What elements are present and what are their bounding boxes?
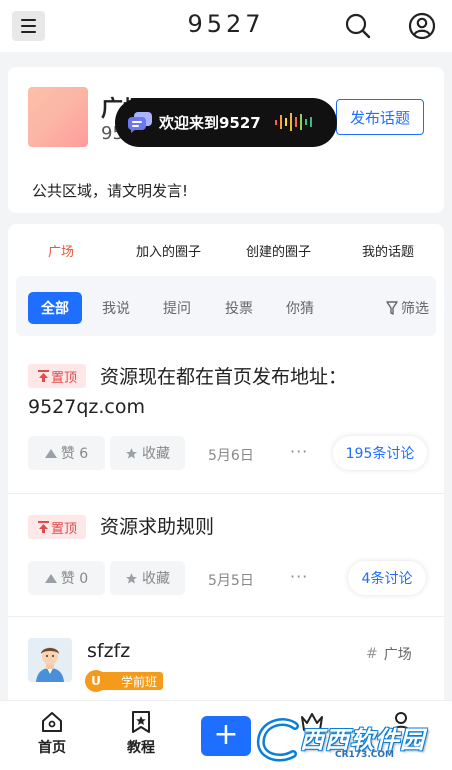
like-label: 赞 0 [60, 571, 89, 587]
level-badge: U 学前班 [85, 670, 165, 692]
filter-chip-vote[interactable]: 投票 [225, 292, 253, 324]
hash-icon: # [366, 646, 378, 662]
star-icon [126, 572, 137, 584]
more-options-icon[interactable]: ··· [290, 442, 308, 461]
discussion-count-button[interactable]: 195条讨论 [333, 436, 427, 470]
circle-tag[interactable]: # 广场 [366, 644, 412, 664]
like-label: 赞 6 [60, 446, 89, 462]
sound-wave-icon [275, 113, 312, 131]
nav-tutorial-label: 教程 [127, 740, 155, 756]
post-title[interactable]: 资源现在都在首页发布地址：9527qz.com [28, 362, 432, 422]
user-avatar[interactable] [28, 638, 72, 682]
discussion-count-button[interactable]: 4条讨论 [348, 561, 426, 595]
level-coin-icon: U [85, 670, 107, 692]
circle-notice: 公共区域，请文明发言! [32, 182, 189, 200]
tab-square[interactable]: 广场 [48, 241, 74, 260]
watermark-url: CR173.COM [335, 750, 394, 760]
filter-label: 筛选 [401, 301, 429, 317]
nav-tutorial[interactable]: 教程 [116, 711, 166, 757]
tab-created-circles[interactable]: 创建的圈子 [246, 241, 311, 260]
filter-chip-say[interactable]: 我说 [102, 292, 130, 324]
tab-bar: 广场 加入的圈子 创建的圈子 我的话题 [8, 224, 444, 274]
toast-text: 欢迎来到9527 [159, 114, 261, 132]
post-title[interactable]: 资源求助规则 [28, 512, 432, 542]
favorite-label: 收藏 [142, 446, 170, 462]
favorite-button[interactable]: 收藏 [110, 561, 185, 595]
circle-tag-label: 广场 [383, 647, 412, 663]
search-icon[interactable] [344, 12, 372, 40]
like-triangle-icon [44, 448, 57, 458]
filter-chip-all[interactable]: 全部 [28, 292, 82, 324]
post-item[interactable]: 置顶 资源求助规则 赞 0 收藏 5月5日 ··· 4条讨论 [8, 494, 444, 617]
post-date: 5月5日 [208, 573, 254, 589]
add-post-button[interactable]: + [201, 716, 251, 756]
filter-bar: 全部 我说 提问 投票 你猜 筛选 [16, 276, 436, 336]
content-panel: 广场 加入的圈子 创建的圈子 我的话题 全部 我说 提问 投票 你猜 筛选 置顶… [8, 224, 444, 724]
like-button[interactable]: 赞 6 [28, 436, 105, 470]
top-bar: 9527 [0, 0, 452, 52]
filter-chip-ask[interactable]: 提问 [163, 292, 191, 324]
funnel-icon [386, 301, 398, 315]
tab-joined-circles[interactable]: 加入的圈子 [136, 241, 201, 260]
star-icon [126, 447, 137, 459]
post-item[interactable]: 置顶 资源现在都在首页发布地址：9527qz.com 赞 6 收藏 5月6日 ·… [8, 342, 444, 494]
username[interactable]: sfzfz [87, 640, 130, 662]
filter-chip-guess[interactable]: 你猜 [286, 292, 314, 324]
avatar-illustration [28, 638, 72, 682]
like-button[interactable]: 赞 0 [28, 561, 105, 595]
favorite-label: 收藏 [142, 571, 170, 587]
filter-button[interactable]: 筛选 [386, 292, 429, 324]
tab-my-topics[interactable]: 我的话题 [362, 241, 414, 260]
welcome-toast: 欢迎来到9527 [115, 98, 337, 147]
favorite-button[interactable]: 收藏 [110, 436, 185, 470]
app-title: 9527 [187, 10, 265, 38]
home-icon [42, 712, 62, 732]
bookmark-star-icon [132, 711, 150, 733]
publish-topic-button[interactable]: 发布话题 [336, 99, 424, 135]
nav-home-label: 首页 [38, 740, 66, 756]
nav-home[interactable]: 首页 [27, 711, 77, 757]
post-date: 5月6日 [208, 448, 254, 464]
watermark: 西西软件园 CR173.COM [255, 718, 450, 766]
user-icon[interactable] [408, 12, 436, 40]
circle-avatar [28, 87, 88, 147]
chat-bubbles-icon [128, 112, 152, 133]
like-triangle-icon [44, 573, 57, 583]
more-options-icon[interactable]: ··· [290, 567, 308, 586]
